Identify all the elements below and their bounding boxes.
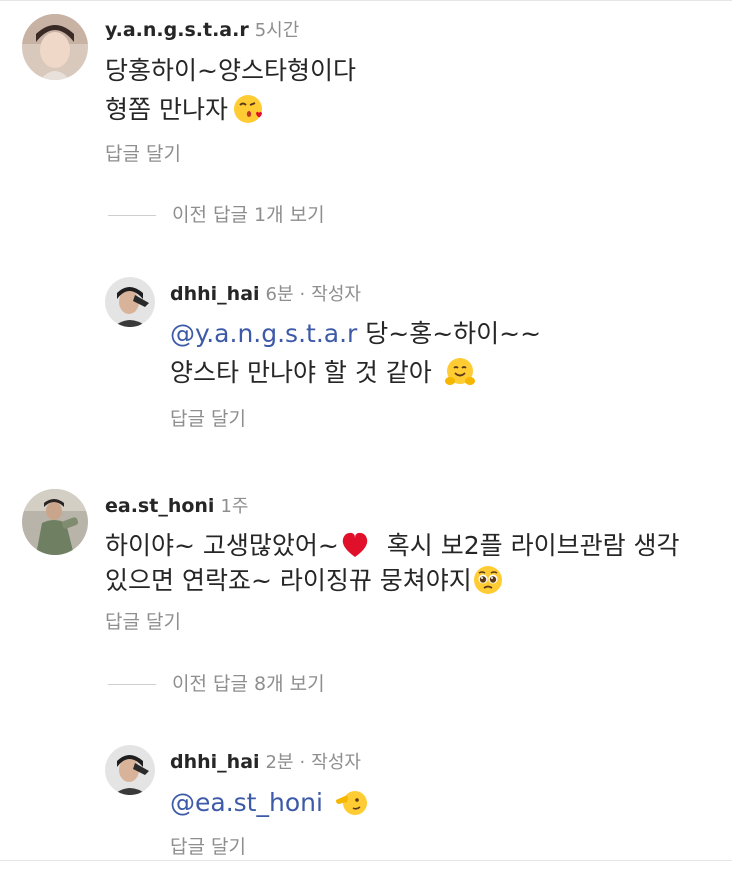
red-heart-emoji-icon [339, 529, 371, 561]
view-previous-replies-label: 이전 답글 1개 보기 [172, 204, 325, 226]
divider-line [108, 683, 156, 685]
comment-text-line: 형쫌 만나자 [105, 94, 264, 127]
reply-button[interactable]: 답글 달기 [170, 835, 246, 859]
reply-button[interactable]: 답글 달기 [170, 407, 246, 431]
separator: · [299, 752, 306, 773]
username[interactable]: dhhi_hai [170, 751, 260, 773]
timestamp: 1주 [220, 496, 249, 517]
hugging-face-emoji-icon [444, 356, 476, 388]
pleading-face-emoji-icon [472, 564, 504, 596]
comment-header: y.a.n.g.s.t.a.r 5시간 [105, 18, 299, 43]
reply-button[interactable]: 답글 달기 [105, 610, 181, 634]
timestamp: 2분 [265, 752, 294, 773]
comment-text-line: 당홍하이~양스타형이다 [105, 56, 356, 85]
mention-link[interactable]: @y.a.n.g.s.t.a.r [170, 319, 357, 348]
view-previous-replies-label: 이전 답글 8개 보기 [172, 673, 325, 695]
pointing-face-emoji-icon [335, 786, 367, 818]
comment-text: 있으면 연락죠~ 라이징뀨 뭉쳐야지 [105, 566, 472, 595]
kissing-heart-emoji-icon [232, 93, 264, 125]
mention-link[interactable]: @ea.st_honi [170, 788, 323, 817]
view-previous-replies-button[interactable]: 이전 답글 1개 보기 [108, 203, 325, 227]
username[interactable]: y.a.n.g.s.t.a.r [105, 19, 249, 41]
reply-text-line: @ea.st_honi [170, 787, 367, 820]
comment-text: 하이야~ 고생많았어~ [105, 531, 339, 560]
comment-header: ea.st_honi 1주 [105, 494, 248, 519]
username[interactable]: ea.st_honi [105, 495, 214, 517]
timestamp: 5시간 [254, 20, 300, 41]
avatar[interactable] [22, 489, 88, 555]
username[interactable]: dhhi_hai [170, 283, 260, 305]
avatar[interactable] [22, 14, 88, 80]
reply-header: dhhi_hai 2분 · 작성자 [170, 750, 361, 775]
avatar[interactable] [105, 277, 155, 327]
reply-text: 양스타 만나야 할 것 같아 [170, 358, 432, 387]
divider-line [108, 214, 156, 216]
view-previous-replies-button[interactable]: 이전 답글 8개 보기 [108, 672, 325, 696]
comment-text: 혹시 보2플 라이브관람 생각 [386, 531, 680, 560]
reply-button[interactable]: 답글 달기 [105, 142, 181, 166]
timestamp: 6분 [265, 284, 294, 305]
comment-text-line: 있으면 연락죠~ 라이징뀨 뭉쳐야지 [105, 565, 504, 598]
reply-text: 당~홍~하이~~ [365, 319, 542, 348]
reply-text-line: @y.a.n.g.s.t.a.r 당~홍~하이~~ [170, 318, 541, 350]
reply-header: dhhi_hai 6분 · 작성자 [170, 282, 361, 307]
top-divider [0, 0, 732, 1]
separator: · [299, 284, 306, 305]
comment-text-line: 하이야~ 고생많았어~ 혹시 보2플 라이브관람 생각 [105, 530, 680, 563]
reply-text-line: 양스타 만나야 할 것 같아 [170, 357, 476, 390]
bottom-divider [0, 860, 732, 861]
comment-text: 형쫌 만나자 [105, 95, 228, 124]
avatar[interactable] [105, 745, 155, 795]
author-badge: 작성자 [311, 752, 361, 773]
author-badge: 작성자 [311, 284, 361, 305]
